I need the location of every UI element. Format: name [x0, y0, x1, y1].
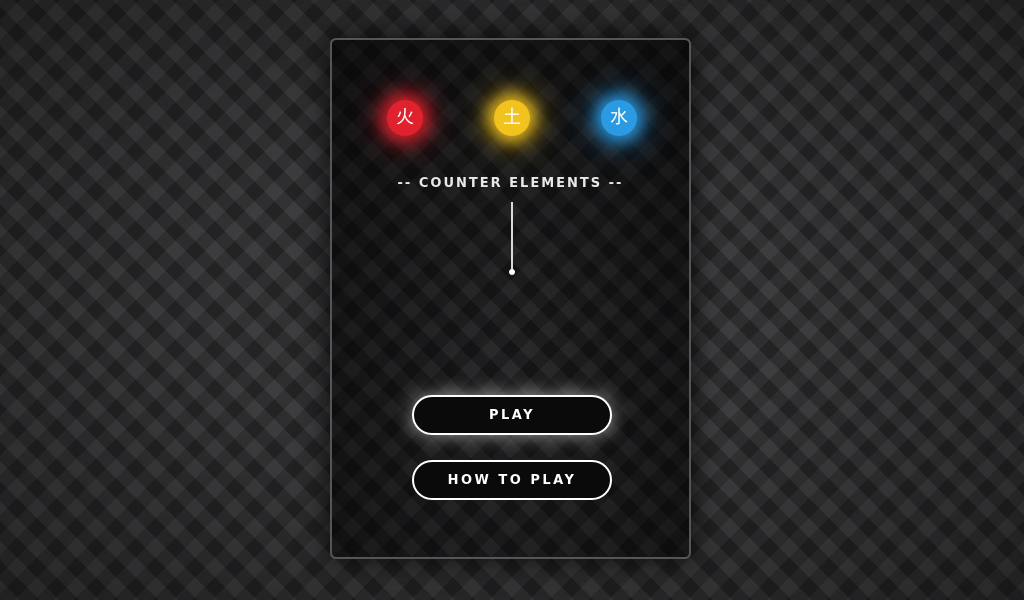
how-to-play-button[interactable]: HOW TO PLAY [412, 460, 612, 500]
earth-element-glyph: 土 [503, 107, 521, 128]
earth-element-orb: 土 [494, 100, 530, 136]
fire-element-orb: 火 [387, 100, 423, 136]
pendulum-weight [509, 269, 515, 275]
game-title: -- COUNTER ELEMENTS -- [397, 176, 624, 191]
water-element-glyph: 水 [610, 107, 628, 128]
water-element-orb: 水 [601, 100, 637, 136]
game-panel: 火 土 水 -- COUNTER ELEMENTS -- PLAY HOW TO… [330, 38, 691, 559]
fire-element-glyph: 火 [396, 107, 414, 128]
play-button[interactable]: PLAY [412, 395, 612, 435]
pendulum-string [511, 202, 513, 272]
